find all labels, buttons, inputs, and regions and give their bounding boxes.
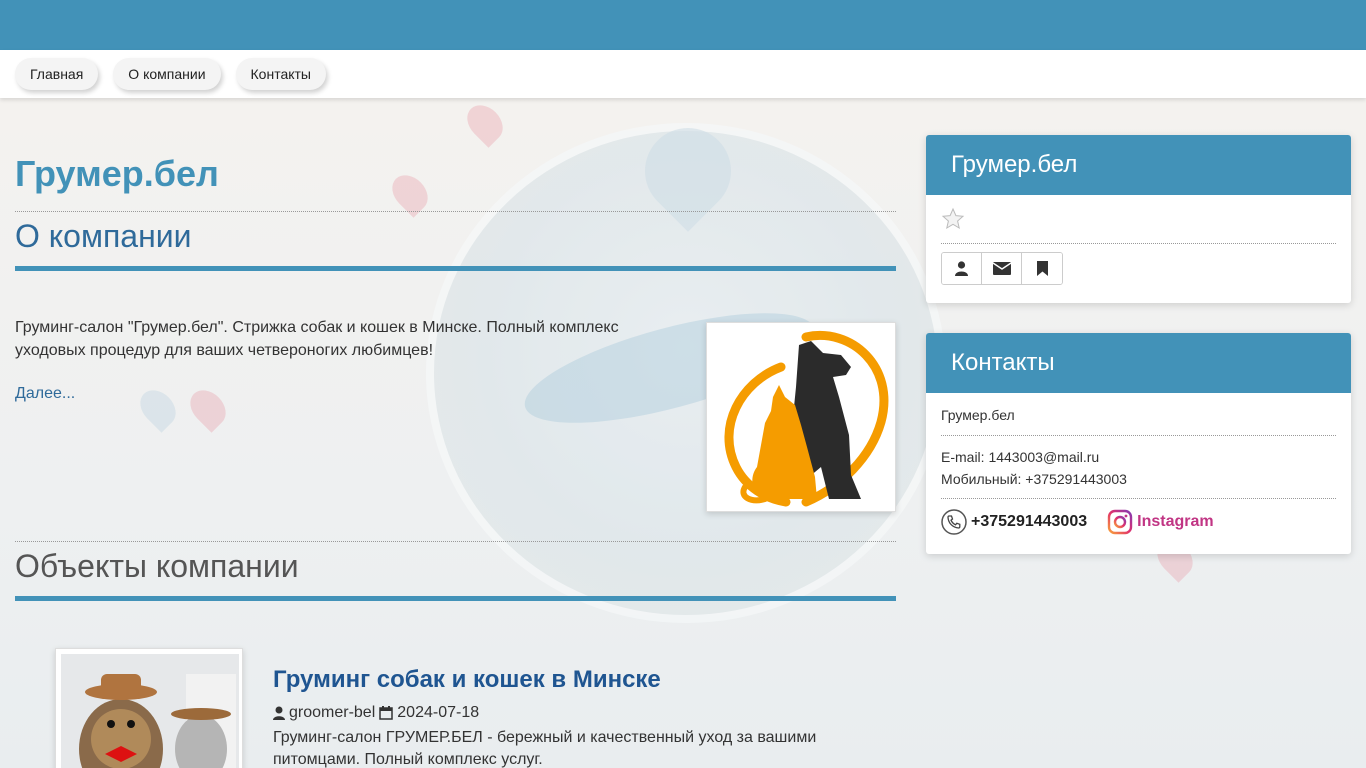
instagram-icon (1107, 509, 1133, 535)
contact-mobile[interactable]: Мобильный: +375291443003 (941, 468, 1336, 490)
contacts-panel-title: Контакты (926, 333, 1351, 393)
company-panel-title: Грумер.бел (926, 135, 1351, 195)
divider (941, 498, 1336, 499)
divider (941, 243, 1336, 244)
rating-star-icon[interactable] (941, 207, 1336, 235)
divider (15, 541, 896, 542)
divider (15, 211, 896, 212)
contacts-panel: Контакты Грумер.бел E-mail: 1443003@mail… (926, 333, 1351, 554)
bookmark-icon (1036, 261, 1048, 276)
contact-email[interactable]: E-mail: 1443003@mail.ru (941, 446, 1336, 468)
article-date: 2024-07-18 (397, 704, 480, 721)
page-title: Грумер.бел (15, 153, 219, 194)
company-logo[interactable] (706, 322, 896, 512)
instagram-label: Instagram (1137, 513, 1214, 530)
nav-item-contacts[interactable]: Контакты (235, 58, 326, 90)
envelope-icon (992, 262, 1011, 275)
contact-company-name: Грумер.бел (941, 407, 1015, 423)
objects-section-title: Объекты компании (15, 548, 299, 584)
article-excerpt: Груминг-салон ГРУМЕР.БЕЛ - бережный и ка… (273, 729, 817, 768)
article-title[interactable]: Груминг собак и кошек в Минске (273, 666, 661, 694)
nav-item-home[interactable]: Главная (15, 58, 99, 90)
social-links: +375291443003 Instagram (941, 507, 1336, 535)
phone-link[interactable]: +375291443003 (941, 509, 1087, 535)
about-section-title: О компании (15, 218, 192, 254)
read-more-link[interactable]: Далее... (15, 385, 75, 403)
bookmark-button[interactable] (1022, 253, 1062, 284)
company-actions (941, 252, 1063, 285)
background-pin-icon (183, 383, 233, 433)
profile-button[interactable] (942, 253, 982, 284)
phone-number: +375291443003 (971, 513, 1088, 530)
section-underline (15, 596, 896, 601)
background-pin-icon (133, 383, 183, 433)
dog-photo (61, 654, 239, 768)
calendar-icon (379, 706, 394, 720)
company-panel: Грумер.бел (926, 135, 1351, 303)
section-underline (15, 266, 896, 271)
nav-item-about[interactable]: О компании (113, 58, 221, 90)
article-meta: groomer-bel 2024-07-18 (273, 704, 479, 722)
instagram-link[interactable]: Instagram (1107, 509, 1214, 535)
top-header-bar (0, 0, 1366, 50)
user-icon (955, 261, 968, 276)
background-pin-icon (460, 98, 510, 148)
message-button[interactable] (982, 253, 1022, 284)
article-thumbnail[interactable] (55, 648, 243, 768)
divider (941, 435, 1336, 436)
user-icon (273, 706, 285, 720)
dog-cat-logo-icon (724, 331, 889, 507)
about-description: Груминг-салон "Грумер.бел". Стрижка соба… (15, 319, 619, 359)
article-author: groomer-bel (289, 704, 376, 721)
main-navigation: Главная О компании Контакты (0, 50, 1366, 98)
phone-icon (941, 509, 967, 535)
